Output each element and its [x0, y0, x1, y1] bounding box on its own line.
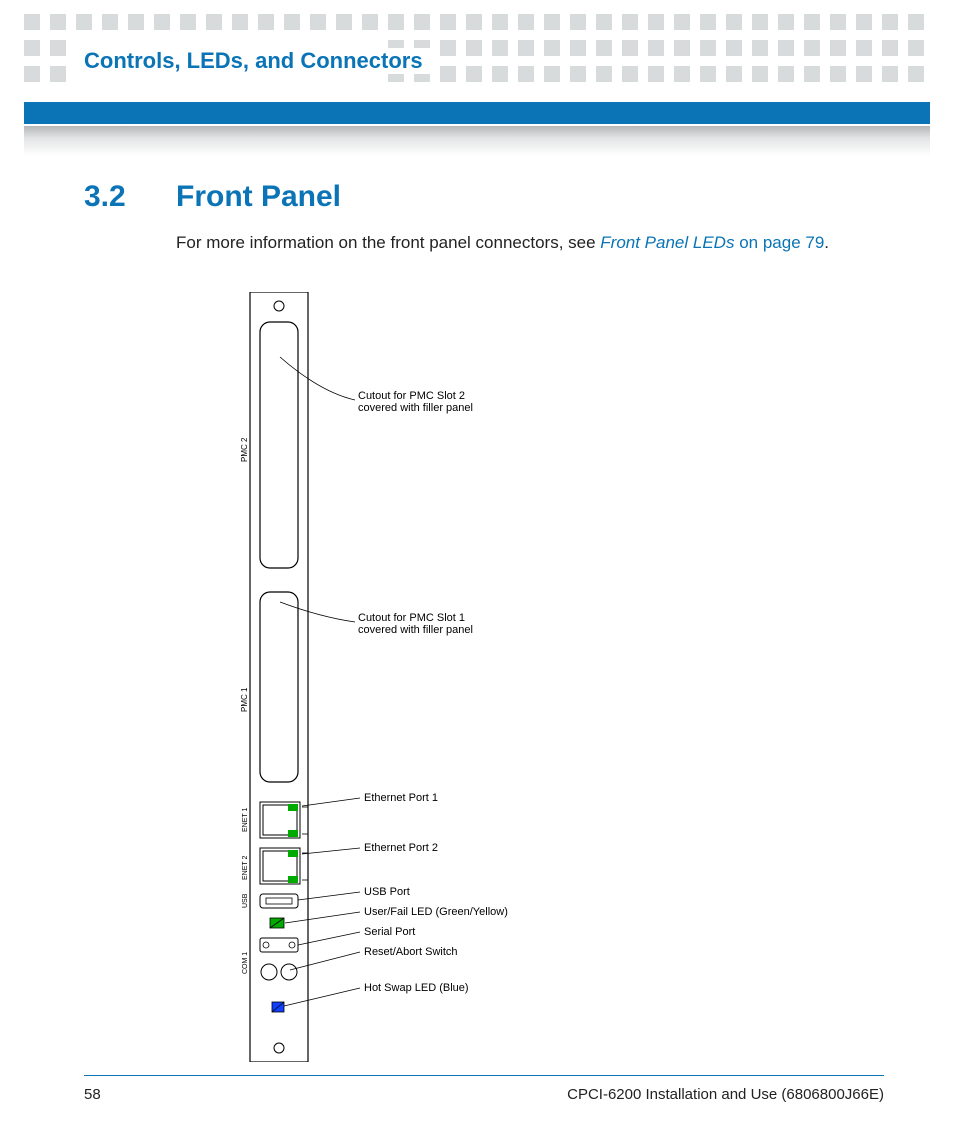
callout-reset: Reset/Abort Switch [364, 946, 458, 958]
slot-label-pmc2: PMC 2 [240, 437, 249, 462]
callout-enet1: Ethernet Port 1 [364, 792, 438, 804]
section-number: 3.2 [84, 180, 176, 214]
footer-rule [84, 1075, 884, 1076]
section-heading: 3.2 Front Panel [84, 180, 884, 214]
callout-pmc-slot2: Cutout for PMC Slot 2 covered with fille… [358, 390, 473, 414]
callout-pmc-slot1: Cutout for PMC Slot 1 covered with fille… [358, 612, 473, 636]
front-panel-leds-link[interactable]: Front Panel LEDs on page 79 [600, 233, 824, 252]
slot-label-pmc1: PMC 1 [240, 687, 249, 712]
doc-title: CPCI-6200 Installation and Use (6806800J… [567, 1086, 884, 1103]
front-panel-diagram: PMC 2 PMC 1 ENET 1 ENET 2 USB COM 1 Cuto… [230, 292, 710, 1062]
callout-serial: Serial Port [364, 926, 415, 938]
callout-hotswap: Hot Swap LED (Blue) [364, 982, 469, 994]
intro-text-prefix: For more information on the front panel … [176, 233, 600, 252]
section-title: Front Panel [176, 180, 341, 214]
page-footer: 58 CPCI-6200 Installation and Use (68068… [84, 1075, 884, 1103]
header-dot-band: Controls, LEDs, and Connectors [0, 0, 954, 96]
callout-enet2: Ethernet Port 2 [364, 842, 438, 854]
dots-row-1 [24, 14, 930, 30]
slot-label-enet1: ENET 1 [242, 808, 249, 832]
callout-usb: USB Port [364, 886, 410, 898]
section-intro: For more information on the front panel … [176, 232, 884, 255]
chapter-title: Controls, LEDs, and Connectors [84, 48, 431, 74]
slot-label-com1: COM 1 [242, 952, 249, 974]
intro-terminator: . [824, 233, 829, 252]
callout-userfail: User/Fail LED (Green/Yellow) [364, 906, 508, 918]
slot-label-usb: USB [242, 893, 249, 908]
page-number: 58 [84, 1086, 101, 1103]
header-blue-bar [24, 102, 930, 124]
header-shadow [24, 126, 930, 156]
content-area: 3.2 Front Panel For more information on … [84, 180, 884, 255]
slot-label-enet2: ENET 2 [242, 856, 249, 880]
